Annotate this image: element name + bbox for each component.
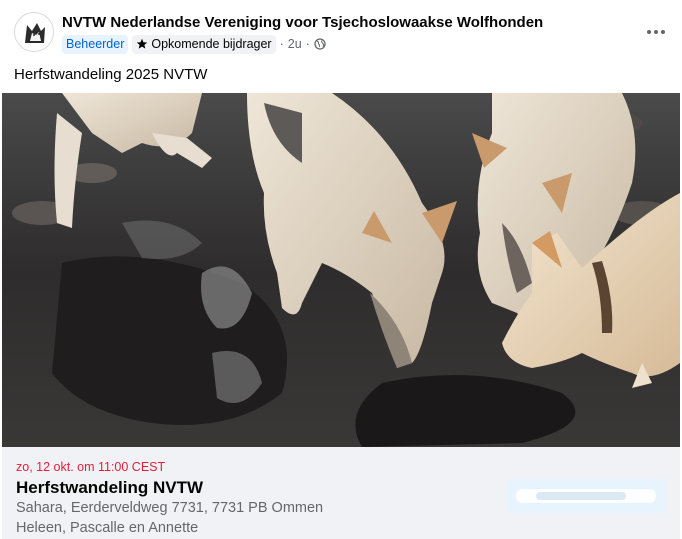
group-avatar[interactable] [14,12,54,52]
wolfdog-logo-icon [16,14,53,51]
blurred-button-content [516,489,656,503]
post-text: Herfstwandeling 2025 NVTW [14,66,208,83]
event-location: Sahara, Eerderveldweg 7731, 7731 PB Omme… [16,500,324,516]
more-horizontal-icon-dot [661,30,665,34]
more-horizontal-icon-dot [654,30,658,34]
group-name-link[interactable]: NVTW Nederlandse Vereniging voor Tsjecho… [62,14,543,31]
meta-separator: · [279,37,284,51]
event-date: zo, 12 okt. om 11:00 CEST [16,460,166,474]
event-cover-photo[interactable] [2,93,680,447]
event-title[interactable]: Herfstwandeling NVTW [16,478,203,498]
contributor-badge-label: Opkomende bijdrager [151,36,272,51]
star-icon [137,38,148,49]
post-meta: Beheerder Opkomende bijdrager · 2u · [62,34,326,54]
event-card[interactable]: zo, 12 okt. om 11:00 CEST Herfstwandelin… [2,447,680,539]
event-hosts: Heleen, Pascalle en Annette [16,520,199,536]
more-options-button[interactable] [642,18,670,46]
globe-icon[interactable] [314,38,326,50]
event-action-button-blurred[interactable] [506,479,666,513]
post-card: NVTW Nederlandse Vereniging voor Tsjecho… [2,2,680,539]
admin-badge[interactable]: Beheerder [62,34,129,54]
post-timestamp[interactable]: 2u [288,37,302,51]
more-horizontal-icon-dot [647,30,651,34]
meta-separator: · [305,37,310,51]
contributor-badge[interactable]: Opkomende bijdrager [132,34,276,54]
post-header: NVTW Nederlandse Vereniging voor Tsjecho… [2,2,680,58]
